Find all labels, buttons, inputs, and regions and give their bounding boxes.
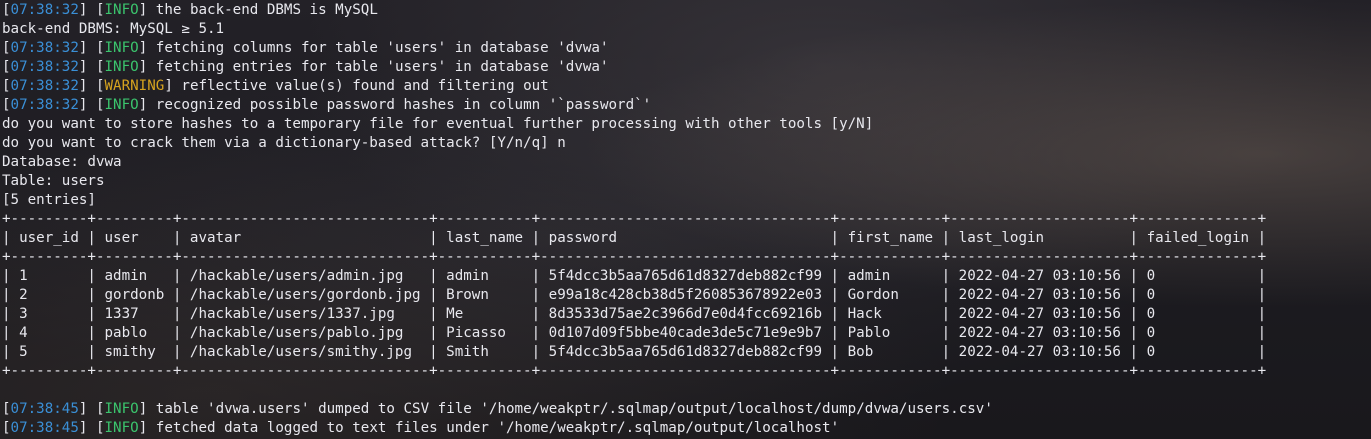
log-line: [07:38:32] [INFO] the back-end DBMS is M… bbox=[2, 2, 378, 18]
log-message: fetched data logged to text files under … bbox=[155, 420, 840, 436]
log-level: INFO bbox=[104, 40, 139, 56]
log-timestamp: 07:38:32 bbox=[10, 59, 79, 75]
log-level: INFO bbox=[104, 97, 139, 113]
log-text: back-end DBMS: MySQL ≥ 5.1 bbox=[2, 21, 225, 37]
log-line: back-end DBMS: MySQL ≥ 5.1 bbox=[2, 20, 1371, 39]
log-line: Table: users bbox=[2, 172, 1371, 191]
table-row: | 1 | admin | /hackable/users/admin.jpg … bbox=[2, 268, 1267, 284]
log-message: the back-end DBMS is MySQL bbox=[155, 2, 378, 18]
log-message: fetching entries for table 'users' in da… bbox=[155, 59, 609, 75]
log-line: [07:38:32] [INFO] recognized possible pa… bbox=[2, 97, 652, 113]
log-line: [07:38:32] [INFO] fetching columns for t… bbox=[2, 40, 609, 56]
log-timestamp: 07:38:32 bbox=[10, 78, 79, 94]
log-level: INFO bbox=[104, 420, 139, 436]
log-line: Database: dvwa bbox=[2, 153, 1371, 172]
log-text: Table: users bbox=[2, 173, 105, 189]
log-message: recognized possible password hashes in c… bbox=[155, 97, 652, 113]
log-level: INFO bbox=[104, 401, 139, 417]
table-row: | 3 | 1337 | /hackable/users/1337.jpg | … bbox=[2, 306, 1267, 322]
log-message: table 'dvwa.users' dumped to CSV file '/… bbox=[155, 401, 993, 417]
log-line: [5 entries] bbox=[2, 191, 1371, 210]
log-timestamp: 07:38:32 bbox=[10, 2, 79, 18]
log-level: INFO bbox=[104, 2, 139, 18]
log-timestamp: 07:38:45 bbox=[10, 401, 79, 417]
table-border: +---------+---------+-------------------… bbox=[2, 363, 1267, 379]
table-border: +---------+---------+-------------------… bbox=[2, 249, 1267, 265]
table-row: | 4 | pablo | /hackable/users/pablo.jpg … bbox=[2, 325, 1267, 341]
table-row: | 5 | smithy | /hackable/users/smithy.jp… bbox=[2, 344, 1267, 360]
log-timestamp: 07:38:32 bbox=[10, 97, 79, 113]
table-row: | 2 | gordonb | /hackable/users/gordonb.… bbox=[2, 287, 1267, 303]
table-header: | user_id | user | avatar | last_name | … bbox=[2, 230, 1267, 246]
terminal-output[interactable]: [07:38:32] [INFO] the back-end DBMS is M… bbox=[2, 0, 1371, 439]
log-text: Database: dvwa bbox=[2, 154, 122, 170]
log-line: [07:38:32] [INFO] fetching entries for t… bbox=[2, 59, 609, 75]
log-text: do you want to crack them via a dictiona… bbox=[2, 135, 566, 151]
log-text: [5 entries] bbox=[2, 192, 96, 208]
log-level: WARNING bbox=[104, 78, 165, 94]
log-timestamp: 07:38:45 bbox=[10, 420, 79, 436]
log-line: do you want to crack them via a dictiona… bbox=[2, 134, 1371, 153]
log-line: [07:38:32] [WARNING] reflective value(s)… bbox=[2, 78, 549, 94]
log-line: [07:38:45] [INFO] fetched data logged to… bbox=[2, 420, 840, 436]
log-timestamp: 07:38:32 bbox=[10, 40, 79, 56]
log-message: reflective value(s) found and filtering … bbox=[181, 78, 549, 94]
log-message: fetching columns for table 'users' in da… bbox=[155, 40, 609, 56]
log-level: INFO bbox=[104, 59, 139, 75]
table-border: +---------+---------+-------------------… bbox=[2, 211, 1267, 227]
log-line: do you want to store hashes to a tempora… bbox=[2, 115, 1371, 134]
log-line: [07:38:45] [INFO] table 'dvwa.users' dum… bbox=[2, 401, 993, 417]
log-text: do you want to store hashes to a tempora… bbox=[2, 116, 874, 132]
